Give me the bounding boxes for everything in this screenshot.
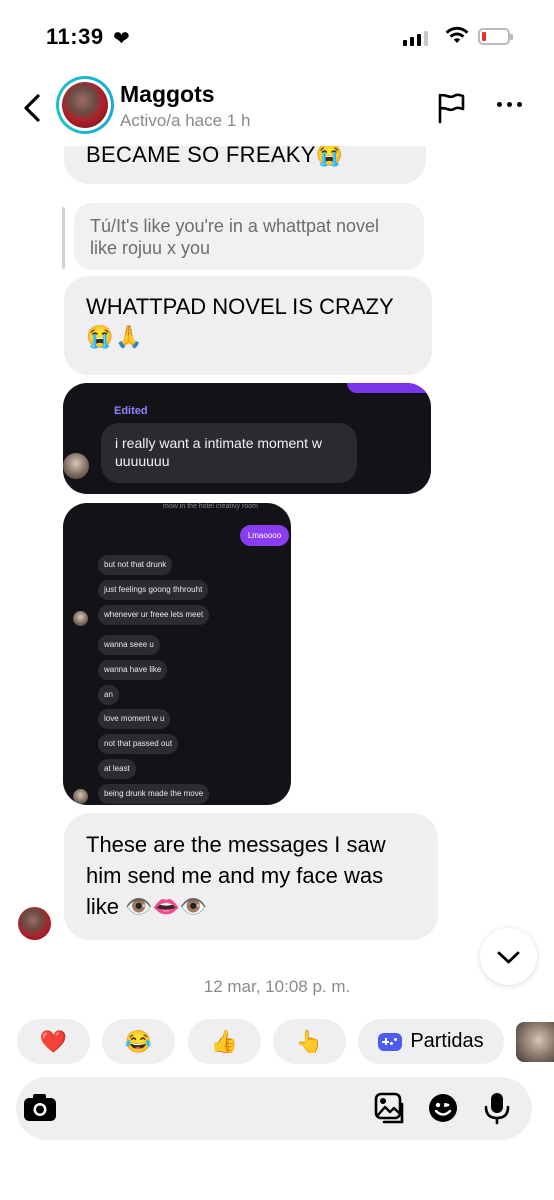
screenshot-avatar	[73, 611, 88, 626]
message-text: These are the messages I saw him send me…	[86, 832, 386, 919]
screenshot-message: i really want a intimate moment w uuuuuu…	[101, 423, 357, 483]
quick-reaction-laugh[interactable]: 😂	[102, 1019, 175, 1064]
microphone-icon[interactable]	[480, 1091, 514, 1125]
sticker-icon[interactable]	[426, 1091, 460, 1125]
screenshot-avatar	[73, 789, 88, 804]
message-bubble-received[interactable]: These are the messages I saw him send me…	[64, 813, 438, 940]
chat-header: Maggots Activo/a hace 1 h	[0, 72, 554, 146]
wifi-icon	[445, 26, 469, 43]
sent-bubble-edge	[347, 383, 431, 393]
screenshot-message: at least	[98, 759, 136, 779]
screenshot-sent-message: Lmaoooo	[240, 525, 289, 546]
message-emoji: 😭🙏	[86, 324, 145, 349]
back-chevron-icon[interactable]	[18, 90, 48, 126]
heart-emoji-icon: ❤️	[39, 1028, 68, 1054]
contact-activity-status: Activo/a hace 1 h	[120, 111, 251, 130]
screenshot-message: wanna have like	[98, 660, 168, 680]
screenshot-message: being drunk made the move	[98, 784, 210, 804]
camera-icon[interactable]	[21, 1089, 59, 1127]
screenshot-message: an	[98, 685, 119, 705]
screenshot-message: whenever ur freee lets meet	[98, 605, 210, 625]
gamepad-icon	[378, 1032, 403, 1051]
status-heart-icon: ❤	[113, 28, 130, 50]
screenshot-top-line: mow in the hotel creativy room	[163, 503, 258, 510]
quick-reaction-thumbs-up[interactable]: 👍	[188, 1019, 261, 1064]
screenshot-message: but not that drunk	[98, 555, 173, 575]
contact-avatar[interactable]	[56, 76, 114, 134]
quick-reaction-heart[interactable]: ❤️	[17, 1019, 90, 1064]
status-bar: 11:39 ❤	[0, 0, 554, 72]
shared-screenshot-image[interactable]: Edited i really want a intimate moment w…	[63, 383, 431, 494]
reply-quote[interactable]: Tú/It's like you're in a whattpat novel …	[74, 203, 424, 270]
screenshot-avatar	[63, 453, 89, 479]
status-time: 11:39	[46, 24, 104, 49]
point-up-emoji-icon: 👆	[295, 1028, 324, 1054]
shared-screenshot-image[interactable]: mow in the hotel creativy room Lmaoooo b…	[63, 503, 291, 805]
screenshot-message: love moment w u	[98, 709, 171, 729]
games-button[interactable]: Partidas	[358, 1019, 504, 1064]
screenshot-message: wanna seee u	[98, 635, 160, 655]
edited-label: Edited	[114, 405, 148, 417]
thumbs-up-emoji-icon: 👍	[210, 1028, 239, 1054]
contact-name[interactable]: Maggots	[120, 81, 215, 108]
screenshot-message: not that passed out	[98, 734, 179, 754]
laughing-emoji-icon: 😂	[124, 1028, 153, 1054]
avatar-image	[62, 82, 108, 128]
report-flag-icon[interactable]	[436, 92, 466, 124]
screenshot-message: just feelings goong thhrouht	[98, 580, 209, 600]
reply-quote-bar	[62, 207, 65, 269]
gallery-icon[interactable]	[372, 1091, 406, 1125]
message-timestamp: 12 mar, 10:08 p. m.	[203, 977, 351, 996]
sender-avatar[interactable]	[18, 907, 51, 940]
message-text: WHATTPAD NOVEL IS CRAZY	[86, 294, 394, 319]
quick-reaction-point-up[interactable]: 👆	[273, 1019, 346, 1064]
games-label: Partidas	[410, 1030, 484, 1052]
more-dots-icon[interactable]	[497, 102, 522, 107]
recent-photo-thumbnail[interactable]	[516, 1022, 554, 1062]
cellular-signal-icon	[403, 30, 428, 46]
battery-icon	[478, 28, 513, 45]
message-bubble-received[interactable]: WHATTPAD NOVEL IS CRAZY 😭🙏	[64, 276, 432, 375]
